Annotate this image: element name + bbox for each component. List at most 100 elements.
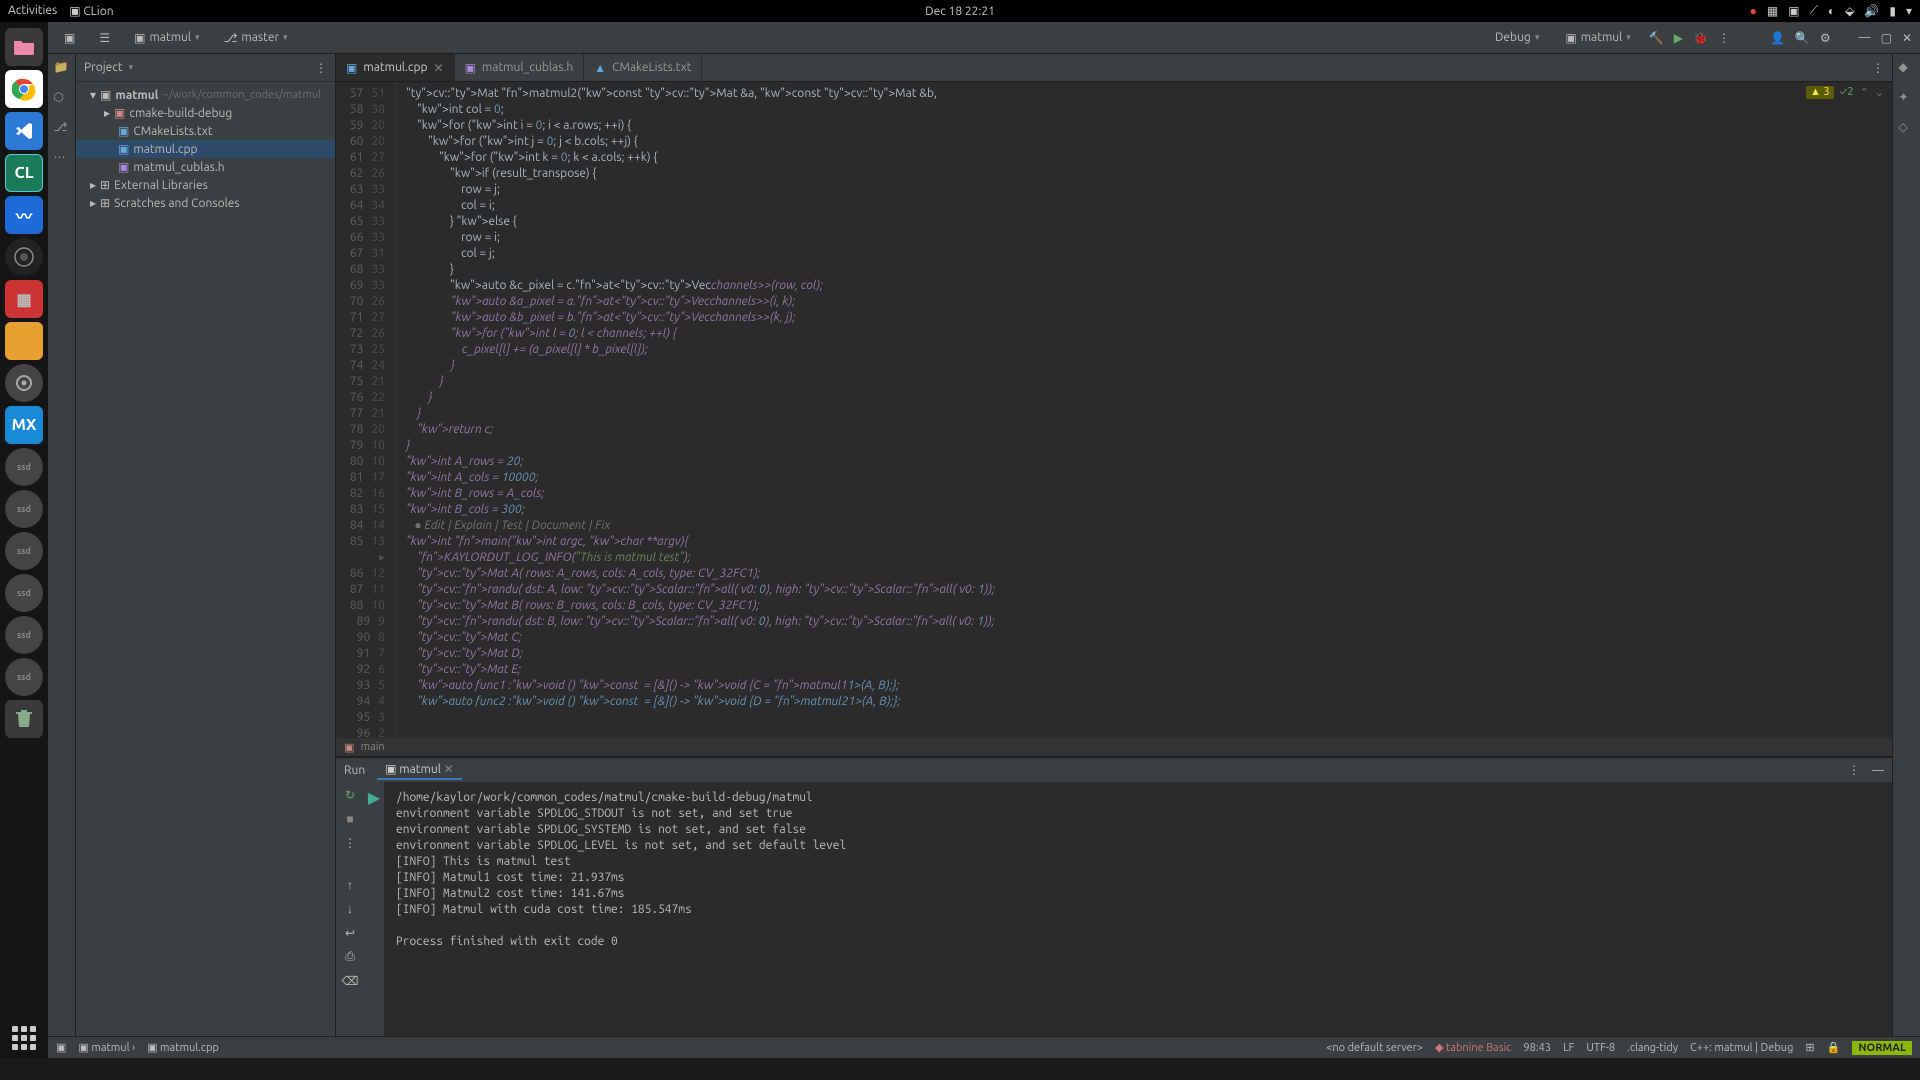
wrap-icon[interactable]: ↩ — [345, 926, 355, 940]
ide-window: ▣ ☰ ▣ matmul ▾ ⎇ master ▾ Debug ▾ ▣ matm… — [48, 22, 1920, 1058]
chevron-down-icon[interactable]: ▾ — [129, 62, 134, 73]
tray-icon[interactable]: ▦ — [1767, 4, 1778, 18]
branch-selector[interactable]: ⎇ master ▾ — [216, 29, 296, 47]
close-icon[interactable]: ✕ — [1902, 31, 1912, 45]
gnome-top-bar: Activities ▣ CLion Dec 18 22:21 ● ▦ ▣ ⟋ … — [0, 0, 1920, 22]
print-icon[interactable]: ⎙ — [345, 950, 355, 964]
tab-cmakelists[interactable]: ▲CMakeLists.txt — [584, 54, 702, 81]
run-toolbar: ↻ ■ ⋮ ↑ ↓ ↩ ⎙ ⌫ — [336, 782, 364, 1036]
project-tool-icon[interactable]: 📁 — [54, 60, 70, 76]
dock-mx[interactable]: MX — [5, 406, 43, 444]
dock-app-orange[interactable] — [5, 322, 43, 360]
vcs-tool-icon[interactable]: ⎇ — [54, 120, 70, 136]
status-breadcrumb[interactable]: ▣ matmul › — [78, 1041, 135, 1054]
app-menu[interactable]: ▣ CLion — [69, 4, 113, 18]
config-selector[interactable]: Debug ▾ — [1487, 29, 1547, 46]
tab-matmul-cpp[interactable]: ▣matmul.cpp✕ — [336, 54, 455, 81]
dock-show-apps[interactable] — [12, 1026, 36, 1050]
run-tab[interactable]: ▣ matmul ✕ — [377, 760, 462, 780]
dock-clion[interactable]: CL — [5, 154, 43, 192]
tree-ext-libs[interactable]: ▸⊞External Libraries — [76, 176, 335, 194]
dock-disk-6[interactable]: ssd — [5, 658, 43, 696]
tray-icon[interactable]: ● — [1750, 4, 1757, 18]
tree-root[interactable]: ▾▣ matmul ~/work/common_codes/matmul — [76, 86, 335, 104]
target-selector[interactable]: ▣ matmul ▾ — [1557, 29, 1638, 47]
settings-icon[interactable]: ⚙ — [1820, 31, 1831, 45]
dock-disk-2[interactable]: ssd — [5, 490, 43, 528]
main-menu-icon[interactable]: ☰ — [91, 29, 118, 47]
dock-settings[interactable] — [5, 364, 43, 402]
run-output[interactable]: /home/kaylor/work/common_codes/matmul/cm… — [384, 782, 1892, 1036]
editor-breadcrumb[interactable]: ▣ main — [336, 738, 1892, 756]
status-linter[interactable]: .clang-tidy — [1627, 1042, 1678, 1054]
debug-icon[interactable]: 🐞 — [1693, 31, 1708, 45]
dock-chrome[interactable] — [5, 70, 43, 108]
maximize-icon[interactable]: ▢ — [1881, 31, 1892, 45]
ai-tool-icon[interactable]: ✦ — [1899, 90, 1915, 106]
dock-app-red[interactable]: ▦ — [5, 280, 43, 318]
clear-icon[interactable]: ⌫ — [342, 974, 359, 988]
wifi-icon[interactable]: ⟋ — [1810, 4, 1818, 18]
window-menu-icon[interactable]: ▣ — [56, 29, 83, 47]
code-editor[interactable]: 5751583859206020612762266333643465336633… — [336, 82, 1892, 738]
chevron-down-icon[interactable]: ▾ — [1906, 4, 1912, 18]
tree-folder[interactable]: ▸▣cmake-build-debug — [76, 104, 335, 122]
tree-file-active[interactable]: ▣matmul.cpp — [76, 140, 335, 158]
status-context[interactable]: C++: matmul | Debug — [1690, 1042, 1793, 1054]
battery-icon[interactable]: ▮ — [1889, 4, 1896, 18]
dock-obs[interactable] — [5, 238, 43, 276]
activities-button[interactable]: Activities — [8, 4, 57, 18]
status-lock-icon[interactable]: 🔒 — [1827, 1041, 1841, 1054]
project-selector[interactable]: ▣ matmul ▾ — [126, 29, 207, 47]
dock-disk-5[interactable]: ssd — [5, 616, 43, 654]
dock-disk-1[interactable]: ssd — [5, 448, 43, 486]
build-icon[interactable]: 🔨 — [1649, 31, 1664, 45]
dock-files[interactable] — [5, 28, 43, 66]
dock-disk-3[interactable]: ssd — [5, 532, 43, 570]
dock-trash[interactable] — [5, 700, 43, 738]
tree-file[interactable]: ▣matmul_cublas.h — [76, 158, 335, 176]
tab-matmul-cublas[interactable]: ▣matmul_cublas.h — [455, 54, 585, 81]
code-content[interactable]: "ty">cv::"ty">Mat "fn">matmul2("kw">cons… — [396, 82, 1892, 738]
status-position[interactable]: 98:43 — [1523, 1042, 1551, 1054]
search-icon[interactable]: 🔍 — [1795, 31, 1810, 45]
scroll-down-icon[interactable]: ↓ — [347, 902, 353, 916]
run-icon[interactable]: ▶ — [1674, 31, 1683, 45]
database-tool-icon[interactable]: ◇ — [1899, 120, 1915, 136]
tree-file[interactable]: ▣CMakeLists.txt — [76, 122, 335, 140]
panel-options-icon[interactable]: ⋮ — [315, 61, 327, 75]
more-tools-icon[interactable]: ⋯ — [54, 150, 70, 166]
dock-app-blue[interactable]: 〰 — [5, 196, 43, 234]
status-line-sep[interactable]: LF — [1563, 1042, 1574, 1054]
structure-tool-icon[interactable]: ⬡ — [54, 90, 70, 106]
status-encoding[interactable]: UTF-8 — [1586, 1042, 1615, 1054]
rerun-icon[interactable]: ↻ — [345, 788, 355, 802]
code-with-me-icon[interactable]: 👤 — [1770, 31, 1785, 45]
status-tool-icon[interactable]: ▣ — [56, 1041, 66, 1054]
volume-icon[interactable]: 🔊 — [1864, 4, 1879, 18]
notifications-icon[interactable]: ◆ — [1899, 60, 1915, 76]
tray-icon[interactable]: ⬙ — [1845, 4, 1854, 18]
status-server[interactable]: <no default server> — [1326, 1042, 1423, 1054]
tray-icon[interactable]: ◐ — [1828, 4, 1835, 18]
status-icon[interactable]: ⊞ — [1805, 1041, 1814, 1054]
dock-vscode[interactable] — [5, 112, 43, 150]
inspection-widget[interactable]: ▲ 3 ✓2 ⌃⌄ — [1806, 86, 1884, 99]
more-run-icon[interactable]: ⋮ — [1718, 31, 1730, 45]
stop-icon[interactable]: ■ — [346, 812, 353, 826]
run-options-icon[interactable]: ⋮ — [344, 836, 356, 850]
tree-scratches[interactable]: ▸⊞Scratches and Consoles — [76, 194, 335, 212]
status-tabnine[interactable]: ◆ tabnine Basic — [1435, 1041, 1511, 1054]
vim-mode-badge: NORMAL — [1852, 1041, 1912, 1055]
minimize-icon[interactable]: — — [1859, 31, 1871, 44]
minimize-panel-icon[interactable]: — — [1872, 764, 1884, 777]
clock[interactable]: Dec 18 22:21 — [925, 5, 995, 18]
close-icon[interactable]: ✕ — [434, 61, 444, 75]
play-icon[interactable]: ▶ — [368, 788, 380, 807]
status-breadcrumb-file[interactable]: ▣ matmul.cpp — [147, 1041, 219, 1054]
tab-options-icon[interactable]: ⋮ — [1864, 54, 1892, 81]
tray-icon[interactable]: ▣ — [1788, 4, 1799, 18]
dock-disk-4[interactable]: ssd — [5, 574, 43, 612]
scroll-up-icon[interactable]: ↑ — [347, 878, 353, 892]
panel-options-icon[interactable]: ⋮ — [1848, 763, 1860, 777]
